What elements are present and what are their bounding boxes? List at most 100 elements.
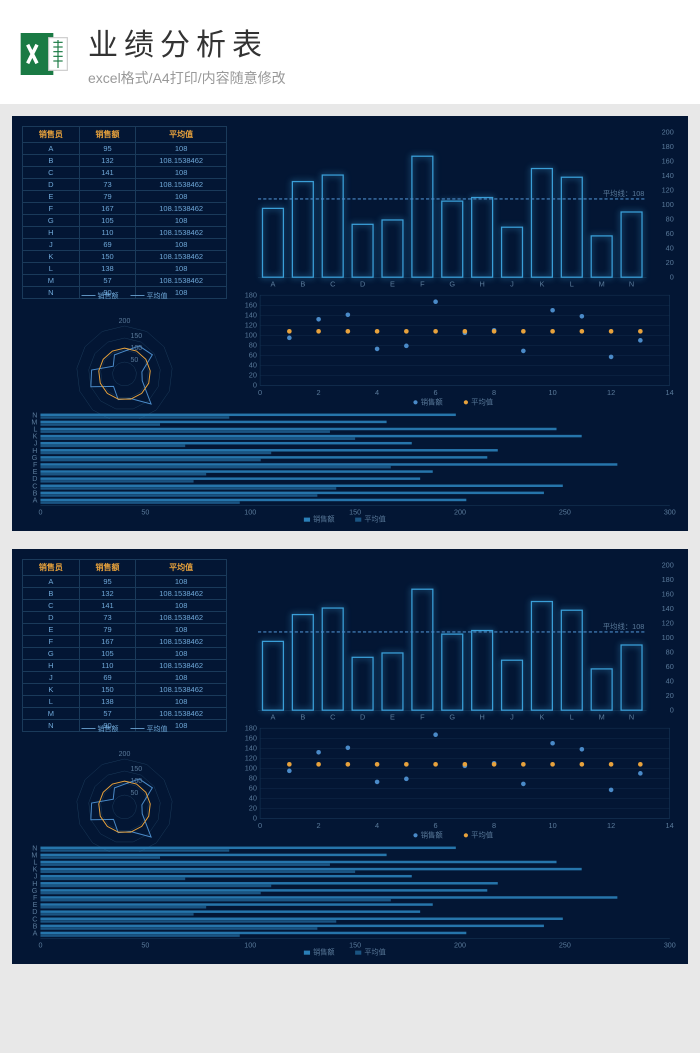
page-header: 业绩分析表 excel格式/A4打印/内容随意修改: [0, 0, 700, 104]
svg-text:0: 0: [38, 509, 42, 517]
svg-text:8: 8: [492, 821, 496, 830]
table-row: H110108.1538462: [23, 660, 227, 672]
svg-text:160: 160: [662, 589, 674, 598]
table-cell: 108: [136, 239, 227, 251]
table-cell: 108.1538462: [136, 636, 227, 648]
table-row: F167108.1538462: [23, 203, 227, 215]
svg-text:180: 180: [245, 291, 257, 299]
svg-text:100: 100: [662, 633, 674, 642]
svg-text:平均值: 平均值: [364, 948, 385, 957]
svg-text:2: 2: [317, 821, 321, 830]
svg-text:K: K: [539, 280, 544, 289]
table-cell: 150: [79, 251, 136, 263]
table-cell: 108.1538462: [136, 155, 227, 167]
svg-text:120: 120: [662, 185, 674, 194]
svg-text:F: F: [420, 713, 425, 722]
table-cell: C: [23, 167, 80, 179]
table-row: J69108: [23, 672, 227, 684]
svg-text:100: 100: [131, 778, 143, 785]
table-cell: 132: [79, 155, 136, 167]
svg-text:平均线：108: 平均线：108: [603, 189, 645, 198]
table-header: 平均值: [136, 127, 227, 143]
data-table: 销售员销售额平均值A95108B132108.1538462C141108D73…: [22, 559, 227, 732]
table-cell: 108.1538462: [136, 179, 227, 191]
scatter-chart: 02040608010012014016018002468101214 销售额 …: [237, 291, 678, 407]
table-cell: 141: [79, 167, 136, 179]
table-cell: 108: [136, 648, 227, 660]
svg-text:150: 150: [131, 333, 143, 340]
svg-text:40: 40: [249, 361, 257, 370]
table-cell: 110: [79, 227, 136, 239]
svg-text:平均值: 平均值: [364, 515, 385, 524]
table-cell: A: [23, 576, 80, 588]
svg-text:80: 80: [249, 340, 257, 349]
svg-text:销售额: 销售额: [313, 948, 334, 957]
table-cell: 79: [79, 624, 136, 636]
svg-text:20: 20: [666, 691, 674, 700]
data-table: 销售员销售额平均值A95108B132108.1538462C141108D73…: [22, 126, 227, 299]
table-cell: L: [23, 263, 80, 275]
table-cell: 108: [136, 624, 227, 636]
svg-text:F: F: [420, 280, 425, 289]
svg-text:40: 40: [666, 243, 674, 252]
svg-text:140: 140: [245, 743, 257, 752]
radar-legend: ━━ 销售额━━ 平均值: [22, 291, 227, 301]
svg-text:E: E: [390, 280, 395, 289]
table-cell: 108.1538462: [136, 684, 227, 696]
svg-text:60: 60: [249, 784, 257, 793]
svg-text:4: 4: [375, 388, 379, 397]
table-cell: H: [23, 660, 80, 672]
svg-text:20: 20: [249, 804, 257, 813]
table-cell: B: [23, 155, 80, 167]
table-row: A95108: [23, 143, 227, 155]
svg-text:H: H: [479, 713, 484, 722]
svg-text:12: 12: [607, 388, 615, 397]
table-cell: 108.1538462: [136, 588, 227, 600]
svg-text:80: 80: [666, 647, 674, 656]
svg-text:0: 0: [670, 272, 674, 281]
table-header: 销售额: [79, 560, 136, 576]
svg-text:180: 180: [245, 724, 257, 732]
svg-text:N: N: [629, 280, 634, 289]
table-cell: 108: [136, 576, 227, 588]
svg-text:300: 300: [664, 509, 676, 517]
table-cell: F: [23, 203, 80, 215]
table-cell: 108: [136, 215, 227, 227]
table-row: D73108.1538462: [23, 612, 227, 624]
svg-text:2: 2: [317, 388, 321, 397]
table-cell: 108.1538462: [136, 251, 227, 263]
table-cell: 108: [136, 263, 227, 275]
svg-text:80: 80: [249, 773, 257, 782]
table-cell: J: [23, 239, 80, 251]
svg-text:0: 0: [258, 388, 262, 397]
table-cell: K: [23, 251, 80, 263]
svg-text:6: 6: [434, 388, 438, 397]
svg-text:H: H: [479, 280, 484, 289]
table-cell: 105: [79, 215, 136, 227]
table-row: G105108: [23, 648, 227, 660]
table-cell: L: [23, 696, 80, 708]
table-cell: 108.1538462: [136, 203, 227, 215]
svg-text:120: 120: [245, 753, 257, 762]
scatter-chart: 02040608010012014016018002468101214 销售额 …: [237, 724, 678, 840]
svg-text:150: 150: [349, 509, 361, 517]
svg-text:60: 60: [666, 662, 674, 671]
svg-text:销售额: 销售额: [313, 515, 334, 524]
svg-text:0: 0: [258, 821, 262, 830]
radar-legend: ━━ 销售额━━ 平均值: [22, 724, 227, 734]
table-cell: D: [23, 179, 80, 191]
svg-text:0: 0: [253, 381, 257, 390]
table-cell: 167: [79, 203, 136, 215]
svg-text:50: 50: [141, 942, 149, 950]
table-cell: A: [23, 143, 80, 155]
table-cell: 108.1538462: [136, 227, 227, 239]
table-cell: H: [23, 227, 80, 239]
table-cell: 79: [79, 191, 136, 203]
svg-text:80: 80: [666, 214, 674, 223]
table-cell: M: [23, 708, 80, 720]
svg-text:20: 20: [249, 371, 257, 380]
svg-text:100: 100: [244, 509, 256, 517]
svg-text:180: 180: [662, 575, 674, 584]
table-cell: 132: [79, 588, 136, 600]
table-cell: 105: [79, 648, 136, 660]
